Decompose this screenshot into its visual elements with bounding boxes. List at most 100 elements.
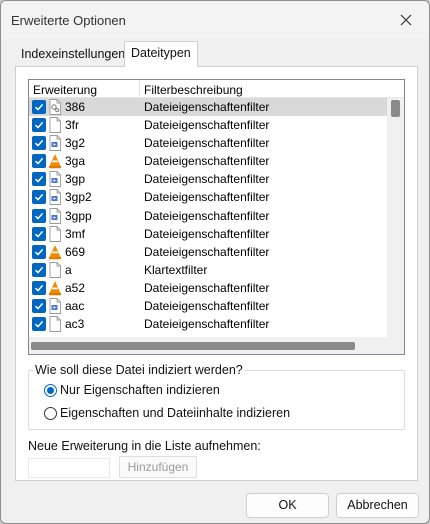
list-item[interactable]: a52 Dateieigenschaftenfilter [29, 279, 387, 297]
row-checkbox[interactable] [32, 280, 46, 295]
checkmark-icon [34, 230, 44, 238]
media-file-icon [48, 189, 62, 206]
new-extension-label: Neue Erweiterung in die Liste aufnehmen: [28, 439, 261, 453]
row-checkbox[interactable] [32, 172, 46, 187]
radio-properties-and-content[interactable] [44, 407, 57, 420]
row-extension: a [65, 262, 72, 277]
list-item[interactable]: a Klartextfilter [29, 261, 387, 279]
row-filter-description: Dateieigenschaftenfilter [144, 100, 270, 114]
checkmark-icon [34, 212, 44, 220]
close-button[interactable] [395, 9, 417, 31]
row-checkbox[interactable] [32, 118, 46, 133]
file-icon [48, 261, 62, 278]
row-checkbox[interactable] [32, 299, 46, 314]
row-checkbox[interactable] [32, 226, 46, 241]
ok-button[interactable]: OK [246, 493, 329, 518]
indexing-mode-group: Wie soll diese Datei indiziert werden? N… [28, 363, 405, 430]
media-file-icon [48, 171, 62, 188]
row-extension: 3mf [65, 226, 86, 241]
row-extension: 3ga [65, 154, 86, 169]
row-filter-description: Dateieigenschaftenfilter [144, 299, 270, 314]
row-extension: a52 [65, 280, 86, 295]
row-extension: aac [65, 299, 85, 314]
checkmark-icon [34, 266, 44, 274]
tab-file-types[interactable]: Dateitypen [124, 41, 198, 67]
checkmark-icon [34, 248, 44, 256]
vlc-icon [48, 153, 62, 169]
checkmark-icon [34, 176, 44, 184]
vlc-icon [48, 280, 62, 296]
row-checkbox[interactable] [32, 100, 46, 114]
row-checkbox[interactable] [32, 154, 46, 169]
cancel-button[interactable]: Abbrechen [336, 493, 419, 518]
row-extension: 386 [65, 100, 86, 114]
media-file-icon [48, 207, 62, 224]
column-divider[interactable] [139, 80, 140, 98]
scroll-corner [387, 337, 404, 354]
checkmark-icon [34, 194, 44, 202]
list-header: Erweiterung Filterbeschreibung [29, 80, 404, 98]
file-icon [48, 117, 62, 134]
settings-file-icon [48, 99, 62, 115]
list-item[interactable]: 669 Dateieigenschaftenfilter [29, 243, 387, 261]
checkmark-icon [34, 121, 44, 129]
vertical-scrollbar[interactable] [387, 98, 404, 339]
column-header-extension[interactable]: Erweiterung [33, 83, 97, 97]
row-checkbox[interactable] [32, 262, 46, 277]
list-item[interactable]: 3gp2 Dateieigenschaftenfilter [29, 188, 387, 206]
file-types-list[interactable]: Erweiterung Filterbeschreibung 386 Dateie… [28, 79, 405, 355]
row-extension: 3gp [65, 172, 86, 187]
row-filter-description: Dateieigenschaftenfilter [144, 244, 270, 259]
file-icon [48, 225, 62, 242]
title-bar: Erweiterte Optionen [1, 1, 429, 39]
row-filter-description: Dateieigenschaftenfilter [144, 208, 270, 223]
checkmark-icon [34, 302, 44, 310]
horizontal-scrollbar[interactable] [29, 337, 389, 354]
list-item[interactable]: 3gp Dateieigenschaftenfilter [29, 170, 387, 188]
row-checkbox[interactable] [32, 244, 46, 259]
checkmark-icon [34, 103, 44, 111]
column-header-filter[interactable]: Filterbeschreibung [144, 83, 243, 97]
add-button[interactable]: Hinzufügen [119, 456, 197, 478]
row-extension: 3gpp [65, 208, 92, 223]
radio-properties-only[interactable] [44, 384, 57, 397]
checkmark-icon [34, 158, 44, 165]
list-item[interactable]: 386 Dateieigenschaftenfilter [29, 98, 387, 117]
list-item[interactable]: 3gpp Dateieigenschaftenfilter [29, 207, 387, 225]
list-item[interactable]: aac Dateieigenschaftenfilter [29, 297, 387, 315]
close-icon [400, 14, 412, 26]
radio-properties-and-content-label[interactable]: Eigenschaften und Dateiinhalte indiziere… [60, 406, 290, 420]
file-types-panel: Erweiterung Filterbeschreibung 386 Dateie… [15, 66, 418, 481]
new-extension-input[interactable] [28, 458, 110, 478]
list-rows: 386 Dateieigenschaftenfilter 3fr Dateieigen… [29, 98, 387, 333]
row-checkbox[interactable] [32, 136, 46, 151]
row-filter-description: Dateieigenschaftenfilter [144, 136, 270, 151]
list-item[interactable]: 3mf Dateieigenschaftenfilter [29, 225, 387, 243]
window-title: Erweiterte Optionen [11, 13, 126, 28]
row-filter-description: Dateieigenschaftenfilter [144, 118, 270, 133]
row-filter-description: Dateieigenschaftenfilter [144, 190, 270, 205]
row-filter-description: Dateieigenschaftenfilter [144, 226, 270, 241]
tab-index-settings[interactable]: Indexeinstellungen [15, 43, 125, 67]
row-filter-description: Dateieigenschaftenfilter [144, 154, 270, 169]
advanced-options-dialog: Erweiterte Optionen Indexeinstellungen D… [0, 0, 430, 524]
checkmark-icon [34, 284, 44, 292]
vertical-scroll-thumb[interactable] [391, 100, 400, 117]
row-checkbox[interactable] [32, 190, 46, 205]
list-item[interactable]: 3fr Dateieigenschaftenfilter [29, 116, 387, 134]
list-item[interactable]: 3ga Dateieigenschaftenfilter [29, 152, 387, 170]
horizontal-scroll-thumb[interactable] [31, 342, 355, 350]
radio-properties-only-label[interactable]: Nur Eigenschaften indizieren [60, 383, 220, 397]
row-filter-description: Dateieigenschaftenfilter [144, 172, 270, 187]
list-item[interactable]: 3g2 Dateieigenschaftenfilter [29, 134, 387, 152]
row-extension: 669 [65, 244, 86, 259]
row-extension: 3gp2 [65, 190, 92, 205]
row-extension: 3fr [65, 118, 80, 133]
media-file-icon [48, 298, 62, 314]
media-file-icon [48, 135, 62, 152]
list-item[interactable]: ac3 Dateieigenschaftenfilter [29, 315, 387, 333]
row-checkbox[interactable] [32, 317, 46, 332]
checkmark-icon [34, 140, 44, 147]
row-checkbox[interactable] [32, 208, 46, 223]
file-icon [48, 316, 62, 333]
